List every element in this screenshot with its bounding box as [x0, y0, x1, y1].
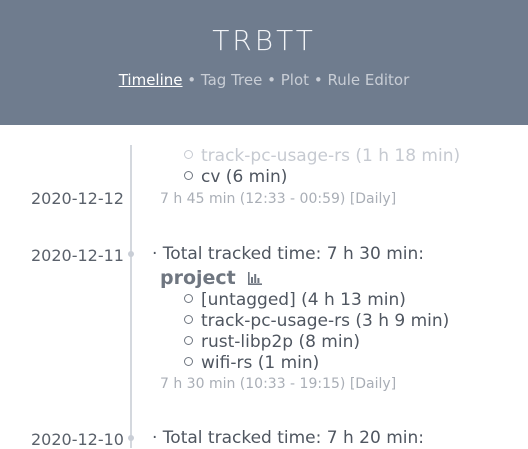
list-item: [untagged] (4 h 13 min) — [184, 290, 406, 310]
list-item: track-pc-usage-rs (1 h 18 min) — [184, 146, 460, 166]
nav-rule-editor[interactable]: Rule Editor — [327, 71, 409, 89]
bar-chart-icon[interactable] — [248, 268, 263, 290]
nav-separator: • — [267, 71, 276, 89]
timeline-line — [130, 145, 132, 448]
nav-timeline[interactable]: Timeline — [119, 71, 183, 89]
bullet-icon — [184, 170, 193, 180]
list-item: track-pc-usage-rs (3 h 9 min) — [184, 311, 449, 331]
entry-date: 2020-12-12 — [31, 189, 124, 208]
entry-total: · Total tracked time: 7 h 20 min: — [152, 428, 424, 448]
item-label: [untagged] (4 h 13 min) — [201, 290, 406, 310]
project-label: project — [160, 267, 236, 289]
project-heading: project — [160, 267, 263, 290]
item-label: cv (6 min) — [201, 167, 288, 187]
bullet-icon — [184, 356, 193, 366]
timeline-dot — [128, 435, 134, 441]
app-header: TRBTT Timeline • Tag Tree • Plot • Rule … — [0, 0, 528, 125]
nav-separator: • — [313, 71, 323, 89]
bullet-icon — [184, 314, 193, 324]
nav-tag-tree[interactable]: Tag Tree — [201, 71, 262, 89]
list-item: rust-libp2p (8 min) — [184, 332, 360, 352]
list-item: cv (6 min) — [184, 167, 287, 187]
item-label: track-pc-usage-rs (3 h 9 min) — [201, 311, 450, 331]
bullet-icon — [184, 293, 193, 303]
entry-date: 2020-12-11 — [31, 246, 124, 265]
list-item: wifi-rs (1 min) — [184, 353, 319, 373]
bullet-icon — [184, 149, 193, 159]
entry-total: · Total tracked time: 7 h 30 min: — [152, 244, 424, 264]
entry-meta: 7 h 30 min (10:33 - 19:15) [Daily] — [160, 376, 397, 392]
nav-separator: • — [187, 71, 197, 89]
timeline-dot — [128, 251, 134, 257]
bullet-icon — [184, 335, 193, 345]
item-label: wifi-rs (1 min) — [201, 353, 320, 373]
nav-plot[interactable]: Plot — [281, 71, 309, 89]
entry-meta: 7 h 45 min (12:33 - 00:59) [Daily] — [160, 191, 397, 207]
item-label: rust-libp2p (8 min) — [201, 332, 361, 352]
app-title: TRBTT — [212, 24, 316, 57]
entry-date: 2020-12-10 — [31, 430, 124, 449]
main-nav: Timeline • Tag Tree • Plot • Rule Editor — [0, 71, 528, 89]
item-label: track-pc-usage-rs (1 h 18 min) — [201, 146, 461, 166]
